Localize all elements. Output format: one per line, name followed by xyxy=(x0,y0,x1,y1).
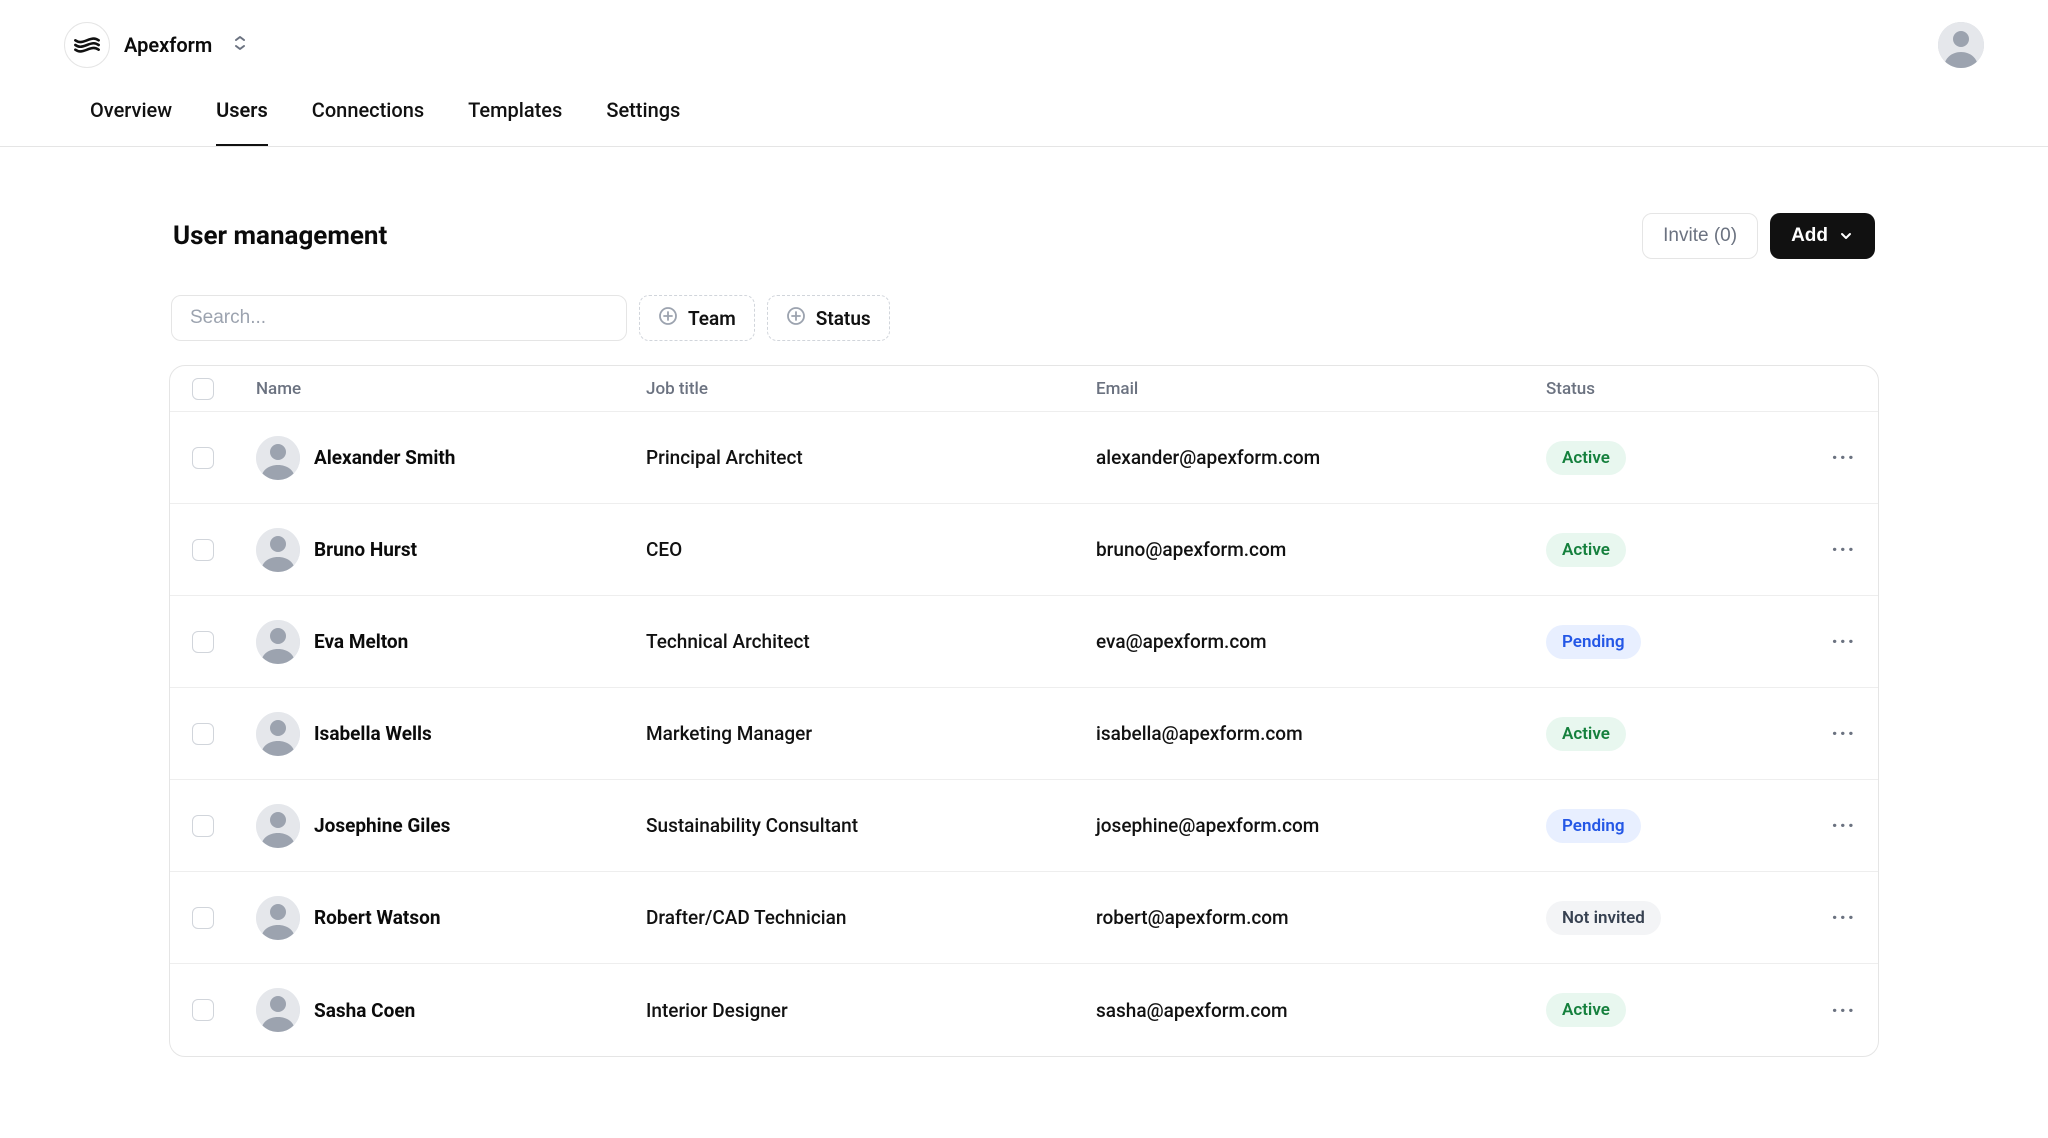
user-job-title: Drafter/CAD Technician xyxy=(646,906,1096,929)
user-job-title: Principal Architect xyxy=(646,446,1096,469)
add-button[interactable]: Add xyxy=(1770,213,1875,259)
row-checkbox[interactable] xyxy=(192,447,214,469)
row-actions-button[interactable]: ··· xyxy=(1776,814,1856,837)
plus-circle-icon xyxy=(786,306,806,331)
user-avatar xyxy=(256,804,300,848)
row-checkbox[interactable] xyxy=(192,539,214,561)
status-badge: Active xyxy=(1546,717,1626,751)
status-badge: Active xyxy=(1546,441,1626,475)
user-email: josephine@apexform.com xyxy=(1096,814,1546,837)
row-checkbox[interactable] xyxy=(192,631,214,653)
status-badge: Active xyxy=(1546,533,1626,567)
more-horizontal-icon: ··· xyxy=(1832,722,1856,745)
more-horizontal-icon: ··· xyxy=(1832,999,1856,1022)
current-user-avatar[interactable] xyxy=(1938,22,1984,68)
more-horizontal-icon: ··· xyxy=(1832,814,1856,837)
user-avatar xyxy=(256,896,300,940)
table-row: Bruno Hurst CEObruno@apexform.comActive ··… xyxy=(170,504,1878,596)
row-actions-button[interactable]: ··· xyxy=(1776,446,1856,469)
user-avatar xyxy=(256,712,300,756)
user-name: Eva Melton xyxy=(314,630,408,653)
more-horizontal-icon: ··· xyxy=(1832,630,1856,653)
column-header-job[interactable]: Job title xyxy=(646,379,1096,399)
user-job-title: Interior Designer xyxy=(646,999,1096,1022)
chevron-up-down-icon xyxy=(232,33,248,58)
row-actions-button[interactable]: ··· xyxy=(1776,630,1856,653)
more-horizontal-icon: ··· xyxy=(1832,538,1856,561)
status-badge: Not invited xyxy=(1546,901,1661,935)
workspace-switcher[interactable]: Apexform xyxy=(64,22,248,68)
user-email: isabella@apexform.com xyxy=(1096,722,1546,745)
table-header-row: Name Job title Email Status xyxy=(170,366,1878,412)
user-email: robert@apexform.com xyxy=(1096,906,1546,929)
add-button-label: Add xyxy=(1791,225,1828,247)
table-row: Alexander Smith Principal Architectalexan… xyxy=(170,412,1878,504)
user-email: alexander@apexform.com xyxy=(1096,446,1546,469)
user-email: bruno@apexform.com xyxy=(1096,538,1546,561)
user-avatar xyxy=(256,436,300,480)
row-actions-button[interactable]: ··· xyxy=(1776,722,1856,745)
chip-label: Status xyxy=(816,307,871,330)
status-badge: Pending xyxy=(1546,809,1641,843)
more-horizontal-icon: ··· xyxy=(1832,906,1856,929)
column-header-email[interactable]: Email xyxy=(1096,379,1546,399)
user-avatar xyxy=(256,528,300,572)
page-title: User management xyxy=(173,221,387,251)
user-job-title: Sustainability Consultant xyxy=(646,814,1096,837)
column-header-status[interactable]: Status xyxy=(1546,379,1776,399)
filter-chip-team[interactable]: Team xyxy=(639,295,755,341)
users-table: Name Job title Email Status Alexander Sm… xyxy=(169,365,1879,1057)
row-checkbox[interactable] xyxy=(192,907,214,929)
row-actions-button[interactable]: ··· xyxy=(1776,999,1856,1022)
workspace-logo xyxy=(64,22,110,68)
row-checkbox[interactable] xyxy=(192,999,214,1021)
search-input[interactable] xyxy=(171,295,627,341)
nav-tab-users[interactable]: Users xyxy=(216,98,268,146)
status-badge: Pending xyxy=(1546,625,1641,659)
table-row: Eva Melton Technical Architecteva@apexfor… xyxy=(170,596,1878,688)
nav-tab-connections[interactable]: Connections xyxy=(312,98,424,146)
user-avatar xyxy=(256,620,300,664)
row-checkbox[interactable] xyxy=(192,815,214,837)
nav-tab-overview[interactable]: Overview xyxy=(90,98,172,146)
more-horizontal-icon: ··· xyxy=(1832,446,1856,469)
user-name: Isabella Wells xyxy=(314,722,432,745)
user-avatar xyxy=(256,988,300,1032)
select-all-checkbox[interactable] xyxy=(192,378,214,400)
table-row: Josephine Giles Sustainability Consultant… xyxy=(170,780,1878,872)
column-header-name[interactable]: Name xyxy=(256,379,646,399)
chip-label: Team xyxy=(688,307,736,330)
user-job-title: Technical Architect xyxy=(646,630,1096,653)
status-badge: Active xyxy=(1546,993,1626,1027)
user-job-title: Marketing Manager xyxy=(646,722,1096,745)
filter-chip-status[interactable]: Status xyxy=(767,295,890,341)
workspace-name: Apexform xyxy=(124,33,212,57)
row-checkbox[interactable] xyxy=(192,723,214,745)
invite-button[interactable]: Invite (0) xyxy=(1642,213,1758,259)
user-name: Sasha Coen xyxy=(314,999,415,1022)
user-email: eva@apexform.com xyxy=(1096,630,1546,653)
table-row: Robert Watson Drafter/CAD Technicianrober… xyxy=(170,872,1878,964)
user-name: Josephine Giles xyxy=(314,814,450,837)
plus-circle-icon xyxy=(658,306,678,331)
user-name: Robert Watson xyxy=(314,906,440,929)
table-row: Isabella Wells Marketing Managerisabella@… xyxy=(170,688,1878,780)
user-name: Alexander Smith xyxy=(314,446,455,469)
user-email: sasha@apexform.com xyxy=(1096,999,1546,1022)
nav-tab-settings[interactable]: Settings xyxy=(606,98,680,146)
nav-tab-templates[interactable]: Templates xyxy=(468,98,562,146)
invite-button-label: Invite (0) xyxy=(1663,225,1737,247)
row-actions-button[interactable]: ··· xyxy=(1776,906,1856,929)
primary-nav: Overview Users Connections Templates Setting… xyxy=(0,68,2048,147)
table-row: Sasha Coen Interior Designersasha@apexfor… xyxy=(170,964,1878,1056)
user-name: Bruno Hurst xyxy=(314,538,417,561)
row-actions-button[interactable]: ··· xyxy=(1776,538,1856,561)
user-job-title: CEO xyxy=(646,538,1096,561)
chevron-down-icon xyxy=(1838,228,1854,244)
